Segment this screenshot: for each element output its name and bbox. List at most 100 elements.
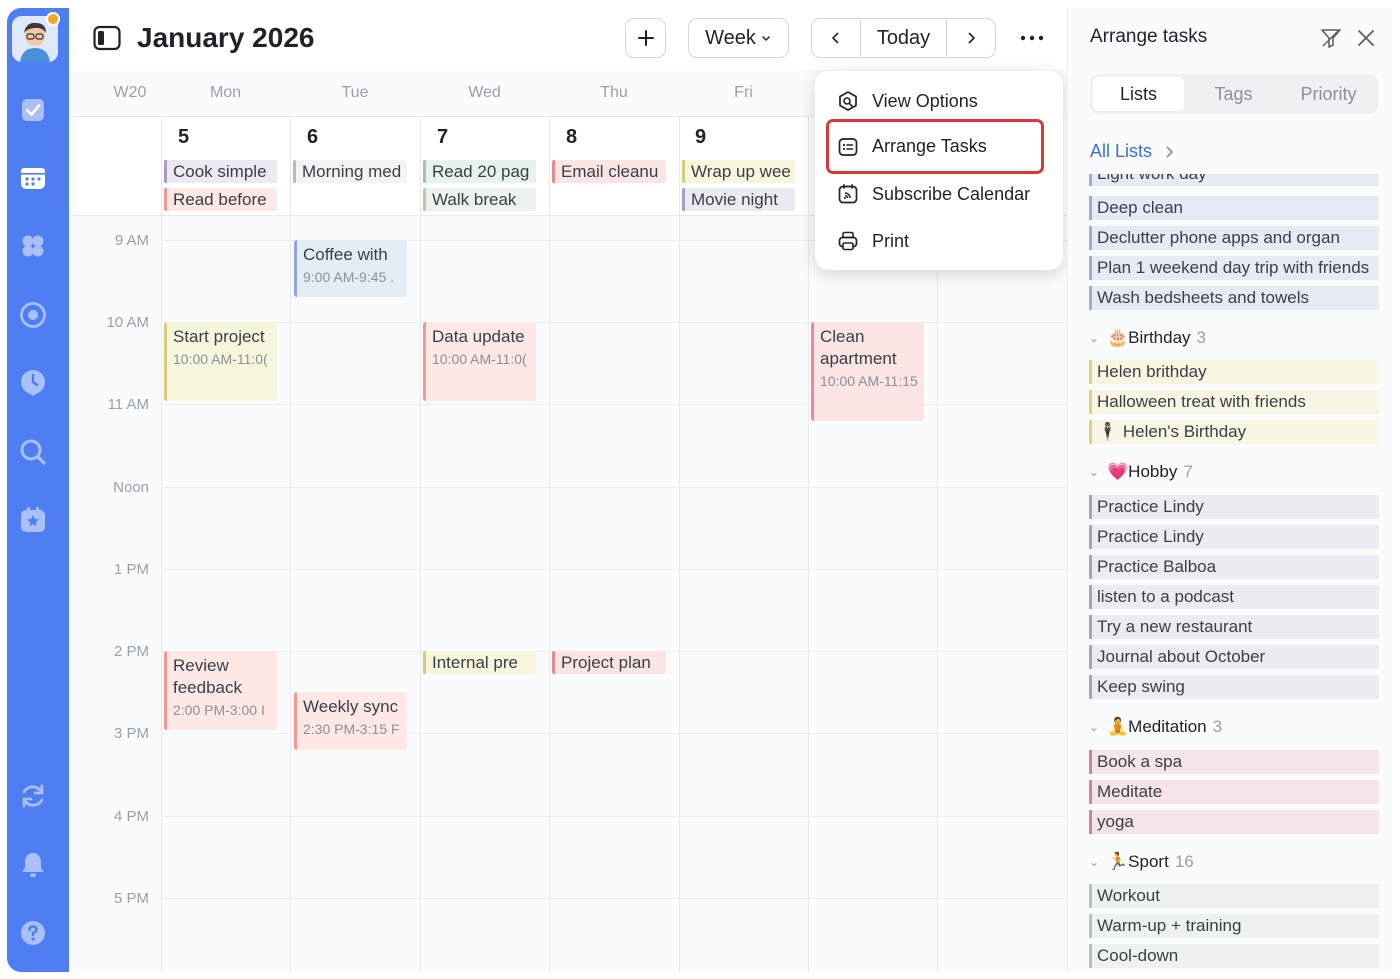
filter-icon[interactable]: [1320, 27, 1342, 49]
group-name: Birthday: [1128, 328, 1191, 347]
date-number[interactable]: 7: [437, 126, 448, 149]
all-day-event[interactable]: Walk break: [423, 188, 536, 211]
menu-item-subscribe-calendar[interactable]: Subscribe Calendar: [827, 168, 1043, 220]
clock-icon[interactable]: [19, 369, 47, 397]
grid-line: [679, 116, 680, 972]
task-item[interactable]: listen to a podcast: [1089, 585, 1379, 609]
next-week-button[interactable]: [947, 19, 995, 57]
event-time: 9:00 AM-9:45 .: [303, 269, 395, 285]
tab-lists[interactable]: Lists: [1093, 77, 1184, 111]
premium-badge-icon: [46, 12, 60, 26]
previous-week-button[interactable]: [812, 19, 861, 57]
group-count: 3: [1196, 328, 1207, 347]
tab-priority[interactable]: Priority: [1283, 77, 1374, 111]
task-item[interactable]: Deep clean: [1089, 196, 1379, 220]
grid-line: [161, 116, 162, 972]
menu-item-arrange-tasks[interactable]: Arrange Tasks: [826, 119, 1044, 174]
bell-icon[interactable]: [19, 850, 47, 878]
view-options-icon: [839, 91, 857, 111]
calendar-event[interactable]: Project plan: [552, 651, 666, 674]
task-item[interactable]: Practice Lindy: [1089, 495, 1379, 519]
day-header-wed: Wed: [468, 84, 501, 101]
focus-icon[interactable]: [19, 301, 47, 329]
time-label: 4 PM: [113, 808, 149, 825]
all-day-event[interactable]: Read 20 pag: [423, 160, 536, 183]
all-day-event[interactable]: Movie night: [682, 188, 795, 211]
today-button[interactable]: Today: [861, 19, 947, 57]
calendar-event[interactable]: Coffee with 9:00 AM-9:45 .: [294, 240, 407, 297]
close-icon[interactable]: [1355, 27, 1377, 49]
task-item[interactable]: Try a new restaurant: [1089, 615, 1379, 639]
group-header-sport[interactable]: ⌄ 🏃 Sport 16: [1089, 850, 1194, 874]
task-item[interactable]: yoga: [1089, 810, 1379, 834]
task-item[interactable]: Journal about October: [1089, 645, 1379, 669]
all-day-event[interactable]: Read before: [164, 188, 277, 211]
task-item[interactable]: Book a spa: [1089, 750, 1379, 774]
checkbox-icon[interactable]: [19, 96, 47, 124]
task-item[interactable]: Cool-down: [1089, 944, 1379, 968]
all-day-event[interactable]: Morning med: [293, 160, 407, 183]
grid-icon[interactable]: [19, 232, 47, 260]
date-number[interactable]: 8: [566, 126, 577, 149]
menu-item-print[interactable]: Print: [827, 215, 1043, 267]
calendar-event[interactable]: Weekly sync 2:30 PM-3:15 F: [294, 692, 407, 750]
group-header-birthday[interactable]: ⌄ 🎂 Birthday 3: [1089, 326, 1206, 350]
panel-title: Arrange tasks: [1090, 26, 1208, 47]
group-emoji: 🏃: [1107, 852, 1129, 871]
arrange-tasks-icon: [838, 137, 858, 156]
group-header-meditation[interactable]: ⌄ 🧘 Meditation 3: [1089, 715, 1222, 739]
calendar-event[interactable]: Start project 10:00 AM-11:0(: [164, 322, 277, 401]
day-header-thu: Thu: [600, 84, 628, 101]
calendar-event[interactable]: Data update 10:00 AM-11:0(: [423, 322, 536, 401]
all-day-event[interactable]: Email cleanu: [552, 160, 666, 183]
grid-line: [161, 569, 1067, 570]
date-number[interactable]: 5: [178, 126, 189, 149]
calendar-event[interactable]: Review feedback 2:00 PM-3:00 I: [164, 651, 277, 730]
star-calendar-icon[interactable]: [19, 506, 47, 534]
task-item[interactable]: Practice Lindy: [1089, 525, 1379, 549]
task-item[interactable]: Practice Balboa: [1089, 555, 1379, 579]
time-label: 1 PM: [113, 561, 149, 578]
calendar-event[interactable]: Internal pre: [423, 651, 536, 674]
tab-tags[interactable]: Tags: [1188, 77, 1279, 111]
group-name: Sport: [1128, 852, 1169, 871]
more-options-button[interactable]: [1014, 26, 1050, 50]
calendar-icon[interactable]: [19, 164, 47, 192]
time-label: Noon: [113, 479, 149, 496]
arrange-tasks-panel: Arrange tasks Lists Tags Priority All Li…: [1067, 8, 1392, 972]
task-list: Light work day Deep clean Declutter phon…: [1089, 174, 1379, 972]
sync-icon[interactable]: [19, 782, 47, 810]
task-item[interactable]: Keep swing: [1089, 675, 1379, 699]
add-event-button[interactable]: [625, 18, 666, 58]
all-day-event[interactable]: Cook simple: [164, 160, 277, 183]
time-label: 9 AM: [114, 232, 149, 249]
group-emoji: 💗: [1107, 462, 1129, 481]
task-item[interactable]: 🕴 Helen's Birthday: [1089, 420, 1379, 444]
task-item[interactable]: Wash bedsheets and towels: [1089, 286, 1379, 310]
help-icon[interactable]: [19, 919, 47, 947]
all-day-event[interactable]: Wrap up wee: [682, 160, 795, 183]
all-lists-link[interactable]: All Lists: [1090, 141, 1175, 162]
task-item[interactable]: Helen brithday: [1089, 360, 1379, 384]
task-item[interactable]: Declutter phone apps and organ: [1089, 226, 1379, 250]
search-icon[interactable]: [19, 438, 47, 466]
task-item[interactable]: Workout: [1089, 884, 1379, 908]
event-time: 10:00 AM-11:0(: [432, 351, 527, 367]
task-item[interactable]: Meditate: [1089, 780, 1379, 804]
group-header-hobby[interactable]: ⌄ 💗 Hobby 7: [1089, 460, 1193, 484]
more-options-menu: View Options Arrange Tasks Subscribe Cal…: [815, 71, 1063, 270]
group-name: Hobby: [1128, 462, 1178, 481]
event-time: 10:00 AM-11:0(: [173, 351, 268, 367]
task-item[interactable]: Warm-up + training: [1089, 914, 1379, 938]
calendar-toolbar: January 2026 Week Today: [69, 8, 1067, 70]
date-number[interactable]: 6: [307, 126, 318, 149]
view-select-button[interactable]: Week: [688, 18, 789, 58]
time-label: 2 PM: [113, 643, 149, 660]
calendar-event[interactable]: Clean apartment 10:00 AM-11:15: [811, 322, 924, 421]
task-item[interactable]: Plan 1 weekend day trip with friends: [1089, 256, 1379, 280]
grid-line: [161, 816, 1067, 817]
date-number[interactable]: 9: [695, 126, 706, 149]
task-item[interactable]: Light work day: [1089, 174, 1379, 186]
task-item[interactable]: Halloween treat with friends: [1089, 390, 1379, 414]
sidebar-toggle-icon[interactable]: [93, 25, 121, 51]
